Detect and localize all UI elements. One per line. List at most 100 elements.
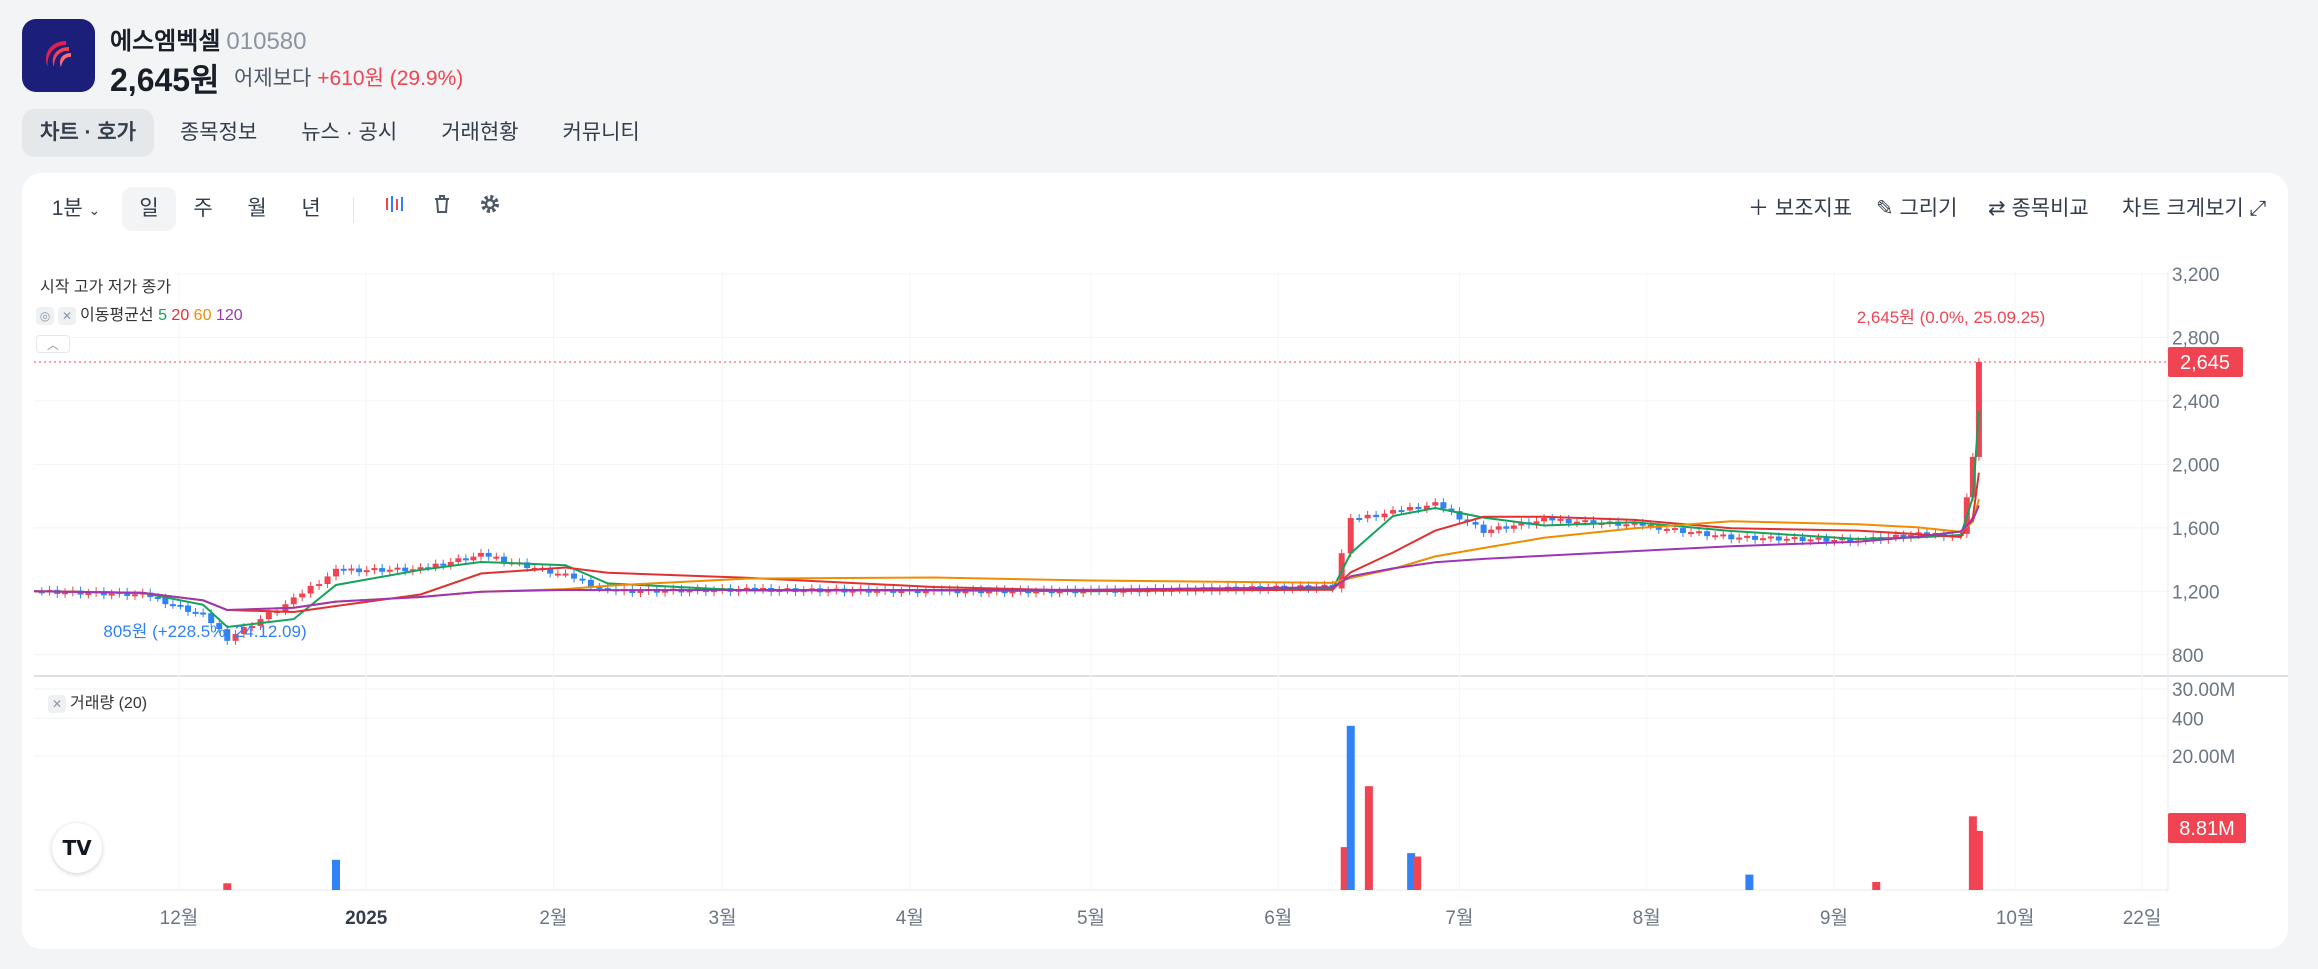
price-tick-label: 2,400 [2172, 392, 2220, 413]
volume-bar [1872, 881, 1881, 890]
candle-body [455, 558, 462, 562]
candle-body [348, 568, 355, 571]
candle-body [579, 578, 586, 581]
candle-body [554, 573, 561, 576]
close-icon[interactable]: ✕ [58, 306, 76, 325]
tab-info[interactable]: 종목정보 [162, 109, 275, 157]
candle-body [1415, 506, 1422, 510]
candle-body [316, 584, 323, 587]
change-value: +610원 (29.9%) [317, 67, 464, 90]
candle-body [379, 568, 386, 572]
tab-chart[interactable]: 차트 · 호가 [22, 109, 154, 157]
x-tick-label: 22일 [2123, 907, 2162, 929]
candle-body [1557, 518, 1564, 521]
candle-body [265, 612, 272, 620]
eye-icon[interactable]: ◎ [36, 306, 54, 325]
candle-body [1783, 538, 1790, 541]
price-chart[interactable]: 3,200 2,800 2,400 2,000 1,600 1,200 800 400 30.0… [22, 173, 2288, 949]
candle-body [922, 591, 929, 594]
candle-body [333, 568, 340, 577]
candle-body [324, 576, 331, 585]
candle-body [1720, 534, 1727, 537]
candle-body [587, 579, 594, 587]
price-tick-label: 2,000 [2172, 455, 2220, 476]
price-tick-label: 800 [2172, 646, 2204, 667]
candle-body [470, 556, 477, 561]
candle-body [1823, 537, 1830, 542]
tradingview-logo[interactable]: TV [52, 823, 102, 873]
tab-news[interactable]: 뉴스 · 공시 [283, 109, 415, 157]
candle-body [1582, 520, 1589, 523]
volume-legend: ✕ 거래량 (20) [48, 689, 147, 713]
candle-body [1791, 537, 1798, 540]
x-tick-label: 7월 [1445, 907, 1473, 929]
ma-label: 이동평균선 [80, 307, 154, 324]
candle-body [1356, 518, 1363, 521]
candle-body [394, 567, 401, 570]
company-logo [22, 19, 95, 92]
x-tick-label: 5월 [1077, 907, 1105, 929]
volume-label: 거래량 (20) [70, 695, 148, 712]
candle-body [570, 573, 577, 579]
candle-body [1364, 514, 1371, 519]
last-price-tag: 2,645 [2180, 352, 2230, 374]
candle-body [440, 563, 447, 566]
close-icon[interactable]: ✕ [48, 694, 66, 713]
candle-body [371, 568, 378, 571]
tab-trading[interactable]: 거래현황 [423, 109, 536, 157]
price-tick-label: 1,600 [2172, 519, 2220, 540]
candle-body [363, 570, 370, 573]
candle-body [493, 556, 500, 559]
candle-body [1815, 537, 1822, 540]
x-tick-label: 4월 [896, 907, 924, 929]
high-annotation: 2,645원 (0.0%, 25.09.25) [1857, 308, 2046, 327]
candle-body [1541, 518, 1548, 522]
candle-body [1373, 514, 1380, 518]
candle-body [1696, 531, 1703, 534]
x-tick-label: 6월 [1264, 907, 1292, 929]
candle-body [1759, 538, 1766, 541]
candle-body [1510, 525, 1517, 529]
candle-body [1623, 524, 1630, 527]
x-tick-label: 12월 [160, 907, 199, 929]
stock-code: 010580 [226, 28, 307, 55]
candle-body [1406, 506, 1413, 511]
stock-name: 에스엠벡셀 010580 [110, 21, 307, 56]
candle-body [1744, 535, 1751, 538]
x-tick-label: 8월 [1633, 907, 1661, 929]
volume-bar [223, 883, 232, 890]
candle-body [1799, 537, 1806, 542]
candle-body [1767, 536, 1774, 539]
candle-body [1671, 528, 1678, 531]
candle-body [1503, 526, 1510, 529]
candle-body [200, 612, 207, 615]
candle-body [1398, 510, 1405, 513]
price-tick-label: 3,200 [2172, 265, 2220, 286]
candle-body [1752, 535, 1759, 540]
candle-body [299, 593, 306, 598]
candle-body [1488, 529, 1495, 533]
candle-body [1728, 534, 1735, 540]
candle-body [562, 573, 569, 576]
candle-body [1565, 518, 1572, 524]
candle-body [85, 592, 92, 595]
candle-body [307, 585, 314, 594]
candle-body [1495, 526, 1502, 530]
candle-body [1549, 518, 1556, 521]
candle-body [1712, 535, 1719, 538]
candle-body [402, 567, 409, 572]
candle-body [108, 593, 115, 596]
volume-bar [332, 859, 341, 890]
candle-body [485, 552, 492, 557]
candle-body [1347, 518, 1354, 554]
collapse-legend-button[interactable]: ︿ [36, 335, 74, 353]
volume-bar [1364, 786, 1373, 890]
chart-card: 1분 ⌄ 일 주 월 년 ＋ 보조지표 ✎ 그리기 ⇄ 종목비교 차트 크게보기… [22, 173, 2288, 949]
price-tick-label: 2,800 [2172, 328, 2220, 349]
x-tick-label: 9월 [1820, 907, 1848, 929]
logo-swoosh-icon [45, 40, 71, 67]
ohlc-legend: 시작 고가 저가 종가 [36, 273, 176, 297]
tab-community[interactable]: 커뮤니티 [544, 109, 657, 157]
candle-body [386, 569, 393, 572]
candle-body [477, 552, 484, 557]
